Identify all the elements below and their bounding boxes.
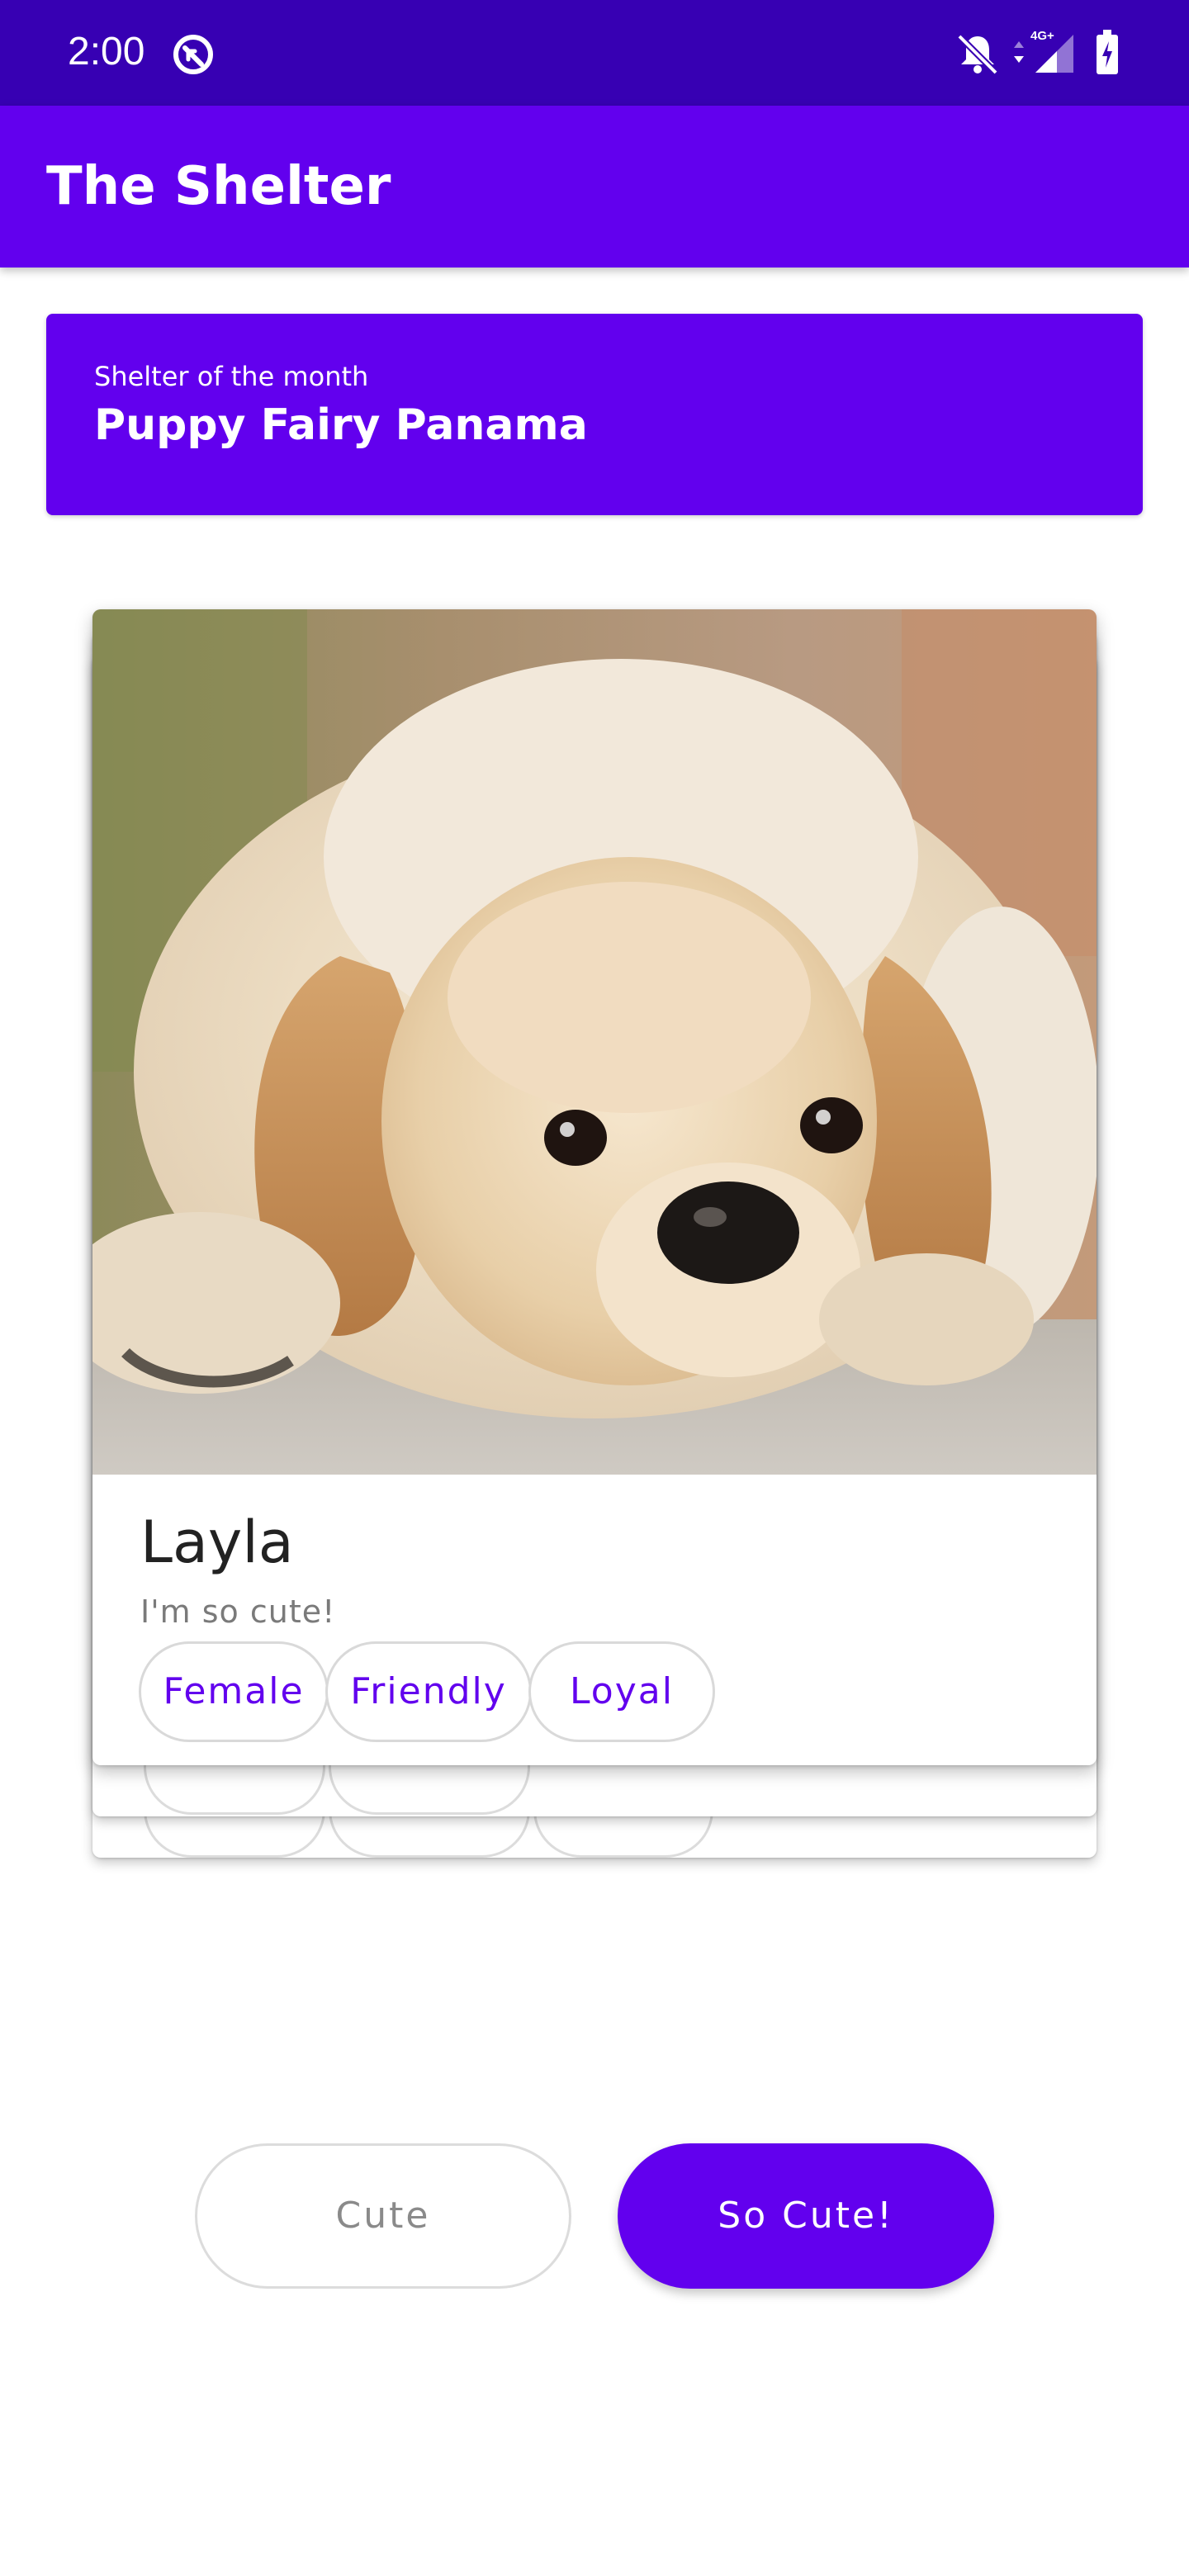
tag-chip-loyal[interactable]: Loyal bbox=[528, 1641, 715, 1742]
status-time: 2:00 bbox=[68, 30, 145, 73]
app-bar: The Shelter bbox=[0, 106, 1189, 268]
cute-button[interactable]: Cute bbox=[195, 2143, 571, 2289]
shelter-of-month-banner[interactable]: Shelter of the month Puppy Fairy Panama bbox=[46, 314, 1143, 515]
banner-shelter-name: Puppy Fairy Panama bbox=[94, 400, 588, 450]
pet-name: Layla bbox=[140, 1508, 294, 1576]
tag-chip-female[interactable]: Female bbox=[139, 1641, 329, 1742]
battery-charging-icon bbox=[1097, 30, 1118, 74]
network-type-label: 4G+ bbox=[1030, 29, 1054, 43]
so-cute-button[interactable]: So Cute! bbox=[618, 2143, 994, 2289]
app-title: The Shelter bbox=[46, 156, 391, 217]
banner-label: Shelter of the month bbox=[94, 361, 369, 392]
tag-chip-friendly[interactable]: Friendly bbox=[325, 1641, 532, 1742]
sync-circle-icon bbox=[173, 35, 213, 74]
signal-4g-icon: 4G+ bbox=[1030, 29, 1073, 73]
pet-card[interactable]: Layla I'm so cute! Female Friendly Loyal bbox=[92, 609, 1097, 1765]
pet-photo bbox=[92, 609, 1097, 1475]
notifications-off-icon bbox=[957, 34, 998, 75]
pet-tagline: I'm so cute! bbox=[140, 1593, 336, 1630]
status-bar: 2:00 4G+ bbox=[0, 0, 1189, 106]
